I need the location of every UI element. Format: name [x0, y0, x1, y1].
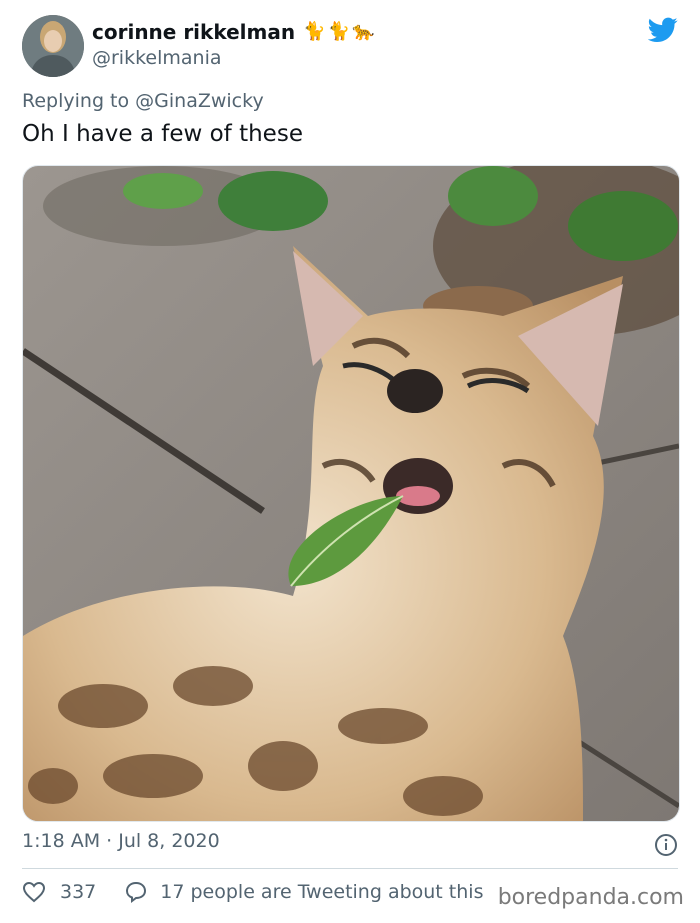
speech-bubble-icon[interactable] — [124, 880, 148, 904]
author-name-row: corinne rikkelman 🐈 🐈 🐆 — [92, 20, 374, 44]
watermark: boredpanda.com — [497, 885, 684, 910]
tweeting-about-text[interactable]: 17 people are Tweeting about this — [160, 881, 483, 903]
tweet-timestamp[interactable]: 1:18 AM · Jul 8, 2020 — [22, 830, 220, 852]
replying-to-text[interactable]: Replying to @GinaZwicky — [22, 90, 264, 112]
like-count[interactable]: 337 — [60, 881, 96, 903]
cat-emoji-icon: 🐈 — [327, 21, 350, 42]
leopard-emoji-icon: 🐆 — [351, 21, 375, 42]
heart-icon[interactable] — [22, 880, 46, 904]
cat-photo — [23, 166, 679, 821]
divider — [22, 868, 678, 869]
twitter-bird-icon[interactable] — [648, 17, 678, 43]
avatar[interactable] — [22, 15, 84, 77]
tweet-media-image[interactable] — [22, 165, 680, 822]
author-handle[interactable]: @rikkelmania — [92, 47, 222, 69]
avatar-photo — [22, 15, 84, 77]
cat-emoji-icon: 🐈 — [303, 21, 326, 42]
author-display-name[interactable]: corinne rikkelman — [92, 20, 295, 44]
engagement-bar: 337 17 people are Tweeting about this — [22, 880, 483, 904]
author-emojis: 🐈 🐈 🐆 — [303, 23, 374, 41]
tweet-text: Oh I have a few of these — [22, 121, 303, 147]
info-circle-icon[interactable] — [654, 833, 678, 857]
